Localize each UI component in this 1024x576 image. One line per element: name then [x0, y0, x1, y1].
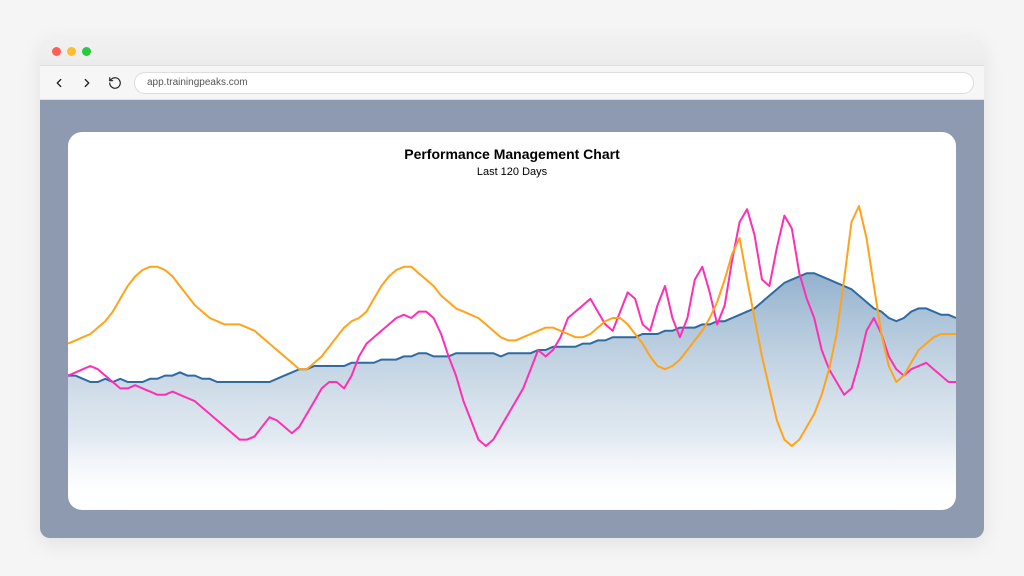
maximize-icon[interactable] — [82, 47, 91, 56]
browser-toolbar: app.trainingpeaks.com — [40, 66, 984, 100]
forward-button[interactable] — [78, 74, 96, 92]
chart-titles: Performance Management Chart Last 120 Da… — [68, 146, 956, 178]
back-button[interactable] — [50, 74, 68, 92]
minimize-icon[interactable] — [67, 47, 76, 56]
chart-title: Performance Management Chart — [68, 146, 956, 162]
address-bar[interactable]: app.trainingpeaks.com — [134, 72, 974, 94]
browser-window: app.trainingpeaks.com Performance Manage… — [40, 38, 984, 538]
page-viewport: Performance Management Chart Last 120 Da… — [40, 100, 984, 538]
window-titlebar — [40, 38, 984, 66]
chart-card: Performance Management Chart Last 120 Da… — [68, 132, 956, 510]
url-text: app.trainingpeaks.com — [147, 77, 248, 88]
reload-button[interactable] — [106, 74, 124, 92]
chart-subtitle: Last 120 Days — [68, 166, 956, 178]
close-icon[interactable] — [52, 47, 61, 56]
performance-chart — [68, 132, 956, 510]
